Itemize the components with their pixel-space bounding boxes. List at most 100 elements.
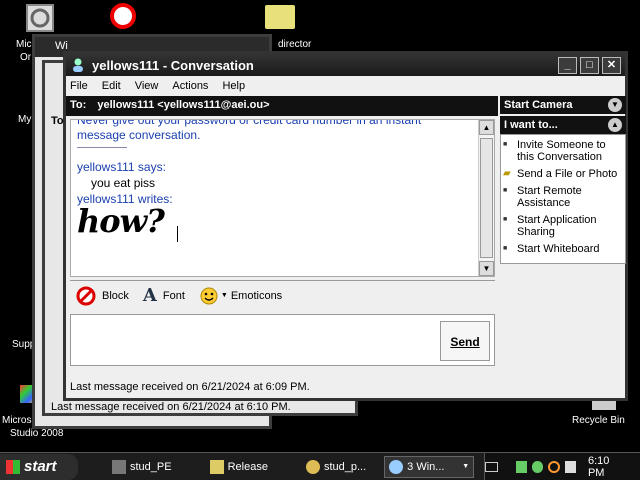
scroll-thumb[interactable] <box>480 138 493 258</box>
app-icon <box>112 459 126 474</box>
folder-icon: ▰ <box>503 168 511 179</box>
smiley-icon <box>200 287 218 304</box>
folder-icon <box>209 459 224 474</box>
desktop-label-or: Or <box>20 52 32 63</box>
i-want-to-list: ■ Invite Someone to this Conversation ▰ Se… <box>500 134 626 264</box>
desktop-label-mic: Mic <box>16 39 32 50</box>
status-text: Last message received on 6/21/2024 at 6:… <box>70 381 310 393</box>
bullet-icon: ■ <box>503 141 508 148</box>
background-window-2-letters: To <box>51 115 64 127</box>
close-button[interactable]: ✕ <box>602 56 621 74</box>
volume-icon[interactable] <box>564 461 576 473</box>
menu-file[interactable]: File <box>70 80 88 92</box>
emoticons-button[interactable]: ▼ Emoticons <box>199 286 282 306</box>
i-want-to-label: I want to... <box>504 119 558 131</box>
whiteboard-label: Start Whiteboard <box>517 243 600 255</box>
menu-actions[interactable]: Actions <box>172 80 208 92</box>
taskbar: start stud_PE Release stud_p... 3 Win...… <box>0 452 640 480</box>
chevron-down-icon[interactable]: ▼ <box>608 98 622 112</box>
scroll-down-arrow[interactable]: ▼ <box>479 261 494 276</box>
bullet-icon: ■ <box>503 245 508 252</box>
invite-someone-link[interactable]: ■ Invite Someone to this Conversation <box>503 139 623 163</box>
block-label: Block <box>102 289 129 302</box>
start-label: start <box>24 458 57 475</box>
task-stud-p[interactable]: stud_p... <box>302 456 370 478</box>
start-camera-label: Start Camera <box>504 99 573 111</box>
window-title: yellows111 - Conversation <box>92 57 254 73</box>
to-label: To: <box>70 99 87 111</box>
font-label: Font <box>162 289 185 302</box>
menu-help[interactable]: Help <box>222 80 245 92</box>
messenger-icon <box>73 58 83 72</box>
conversation-pane: To: yellows111 <yellows111@aei.ou> Never… <box>66 96 498 399</box>
history-scrollbar[interactable]: ▲ ▼ <box>478 120 494 276</box>
messenger-tray-icon[interactable] <box>532 461 544 473</box>
system-tray: 6:10 PM <box>484 453 640 480</box>
bullet-icon: ■ <box>503 216 508 223</box>
task-label: Release <box>227 460 268 473</box>
warning-text-2: message conversation. <box>77 128 201 142</box>
handwritten-ink: how? <box>77 202 165 240</box>
font-button[interactable]: A Font <box>143 285 185 306</box>
i-want-to-header[interactable]: I want to... ▲ <box>500 116 626 134</box>
search-icon[interactable] <box>548 461 560 473</box>
background-window-2-status: Last message received on 6/21/2024 at 6:… <box>51 401 291 413</box>
compose-input[interactable]: Send <box>70 314 495 366</box>
keyboard-icon[interactable] <box>484 462 499 472</box>
dropdown-arrow-icon: ▼ <box>462 463 470 470</box>
send-file-link[interactable]: ▰ Send a File or Photo <box>503 168 623 180</box>
remote-assistance-label: Start Remote Assistance <box>517 185 582 209</box>
computer-icon <box>30 8 50 28</box>
start-camera-header[interactable]: Start Camera ▼ <box>500 96 626 114</box>
menu-edit[interactable]: Edit <box>102 80 121 92</box>
task-stud-pe[interactable]: stud_PE <box>108 456 176 478</box>
maximize-button[interactable]: □ <box>580 56 599 74</box>
task-group-windows[interactable]: 3 Win... ▼ <box>384 455 475 478</box>
folder-icon[interactable] <box>265 5 295 29</box>
dropdown-arrow-icon: ▼ <box>220 292 228 299</box>
divider <box>77 147 127 148</box>
whiteboard-link[interactable]: ■ Start Whiteboard <box>503 243 623 255</box>
task-label: stud_PE <box>130 460 172 473</box>
task-label: stud_p... <box>323 460 367 473</box>
red-circle-icon[interactable] <box>110 3 136 29</box>
minimize-button[interactable]: _ <box>558 56 577 74</box>
desktop-icon-top-left[interactable] <box>26 4 54 32</box>
task-label: 3 Win... <box>407 460 445 473</box>
to-bar: To: yellows111 <yellows111@aei.ou> <box>66 96 498 116</box>
conversation-window[interactable]: yellows111 - Conversation _ □ ✕ File Edi… <box>63 51 628 401</box>
send-file-label: Send a File or Photo <box>517 168 618 180</box>
warning-text-1: Never give out your password or credit c… <box>77 119 422 127</box>
gear-icon <box>305 459 320 474</box>
block-button[interactable]: Block <box>76 286 129 306</box>
message-text: you eat piss <box>91 176 156 190</box>
side-pane: Start Camera ▼ I want to... ▲ ■ Invite So… <box>500 96 626 336</box>
emoticons-label: Emoticons <box>230 289 283 302</box>
message-history[interactable]: Never give out your password or credit c… <box>70 119 495 277</box>
chevron-up-icon[interactable]: ▲ <box>608 118 622 132</box>
to-value: yellows111 <yellows111@aei.ou> <box>97 99 270 111</box>
windows-logo-icon <box>6 459 20 474</box>
app-sharing-link[interactable]: ■ Start Application Sharing <box>503 214 623 238</box>
remote-assistance-link[interactable]: ■ Start Remote Assistance <box>503 185 623 209</box>
scroll-up-arrow[interactable]: ▲ <box>479 120 494 135</box>
task-release[interactable]: Release <box>206 456 272 478</box>
network-icon[interactable] <box>516 461 528 473</box>
invite-label: Invite Someone to this Conversation <box>517 139 606 163</box>
text-caret <box>177 226 178 242</box>
start-button[interactable]: start <box>0 453 78 480</box>
desktop-label-director: director <box>278 39 312 50</box>
send-button[interactable]: Send <box>440 321 490 361</box>
app-sharing-label: Start Application Sharing <box>517 214 597 238</box>
format-toolbar: Block A Font ▼ Emoticons <box>70 280 495 310</box>
desktop-label-studio: Studio 2008 <box>10 428 64 439</box>
recycle-bin-label: Recycle Bin <box>572 415 625 426</box>
menu-view[interactable]: View <box>135 80 159 92</box>
clock[interactable]: 6:10 PM <box>588 455 626 479</box>
desktop-label-my: My <box>18 114 32 125</box>
sender-says: yellows111 says: <box>77 160 166 174</box>
bullet-icon: ■ <box>503 187 508 194</box>
messenger-icon <box>389 459 404 474</box>
title-bar[interactable]: yellows111 - Conversation _ □ ✕ <box>66 54 625 76</box>
menu-bar: File Edit View Actions Help <box>66 76 625 96</box>
